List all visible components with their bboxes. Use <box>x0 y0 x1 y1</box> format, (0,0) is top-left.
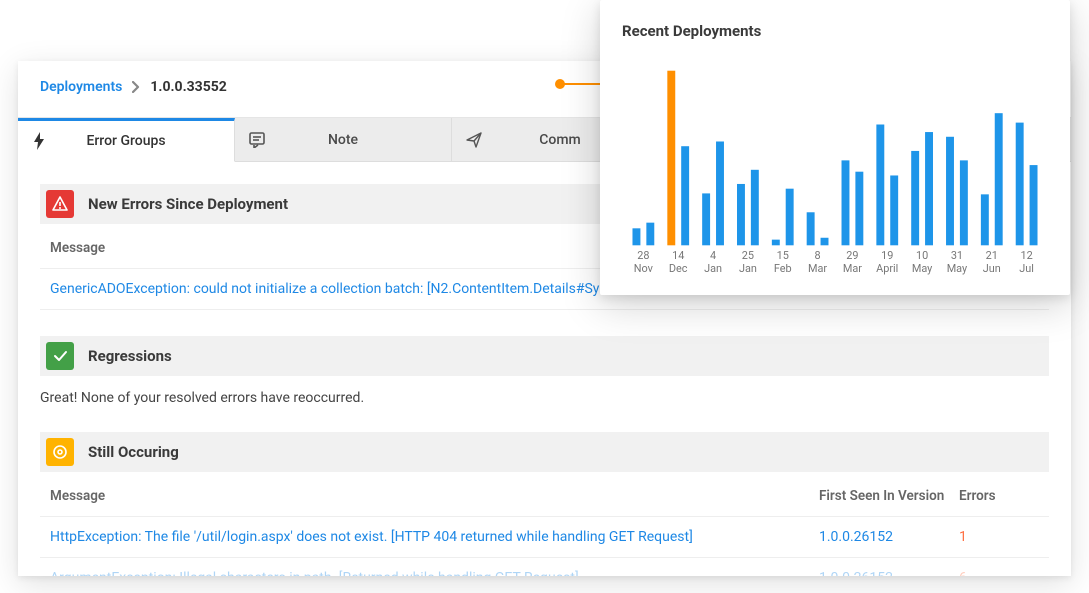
svg-text:Nov: Nov <box>634 262 654 275</box>
tab-label: Comm <box>539 132 580 148</box>
breadcrumb-current: 1.0.0.33552 <box>150 79 226 95</box>
svg-text:29: 29 <box>846 249 858 262</box>
svg-text:10: 10 <box>916 249 928 262</box>
svg-text:Feb: Feb <box>774 262 792 275</box>
connector-line <box>560 83 600 85</box>
section-regressions-head: Regressions <box>40 336 1049 376</box>
svg-text:May: May <box>947 262 968 275</box>
chevron-right-icon <box>132 81 140 93</box>
svg-text:Jan: Jan <box>704 262 722 275</box>
svg-text:May: May <box>912 262 933 275</box>
error-message-link[interactable]: HttpException: The file '/util/login.asp… <box>50 529 819 545</box>
svg-text:31: 31 <box>951 249 963 262</box>
col-message: Message <box>50 488 819 504</box>
still-occuring-header-row: Message First Seen In Version Errors <box>40 472 1049 517</box>
error-message-link[interactable]: ArgumentException: Illegal characters in… <box>50 570 819 576</box>
svg-text:25: 25 <box>742 249 754 262</box>
svg-text:April: April <box>876 262 898 275</box>
send-icon <box>466 132 482 148</box>
section-title: Regressions <box>88 347 172 365</box>
error-count-link[interactable]: 6 <box>959 570 1039 576</box>
svg-text:Dec: Dec <box>669 262 688 275</box>
svg-text:21: 21 <box>986 249 998 262</box>
svg-text:Mar: Mar <box>808 262 827 275</box>
svg-text:4: 4 <box>710 249 716 262</box>
connector-dot-icon <box>555 79 565 89</box>
target-icon <box>46 438 74 466</box>
regressions-body: Great! None of your resolved errors have… <box>40 376 1049 426</box>
section-title: New Errors Since Deployment <box>88 195 288 213</box>
col-version: First Seen In Version <box>819 488 959 504</box>
svg-text:28: 28 <box>637 249 649 262</box>
popup-title: Recent Deployments <box>622 22 1048 40</box>
col-errors: Errors <box>959 488 1039 504</box>
error-count-link[interactable]: 1 <box>959 529 1039 545</box>
bolt-icon <box>32 132 46 150</box>
svg-text:12: 12 <box>1021 249 1033 262</box>
alert-icon <box>46 190 74 218</box>
svg-text:15: 15 <box>777 249 789 262</box>
table-row[interactable]: HttpException: The file '/util/login.asp… <box>40 517 1049 558</box>
breadcrumb-root-link[interactable]: Deployments <box>40 79 122 95</box>
svg-text:Jan: Jan <box>739 262 757 275</box>
section-title: Still Occuring <box>88 443 179 461</box>
table-row[interactable]: ArgumentException: Illegal characters in… <box>40 558 1049 576</box>
tab-label: Error Groups <box>86 133 165 149</box>
tab-error-groups[interactable]: Error Groups <box>18 118 235 162</box>
tab-note[interactable]: Note <box>235 118 452 162</box>
tab-label: Note <box>328 132 358 148</box>
svg-text:14: 14 <box>672 249 684 262</box>
check-icon <box>46 342 74 370</box>
note-icon <box>249 132 265 148</box>
svg-text:8: 8 <box>815 249 821 262</box>
deployments-bar-chart: 28Nov14Dec4Jan25Jan15Feb8Mar29Mar19April… <box>622 54 1048 289</box>
version-link[interactable]: 1.0.0.26152 <box>819 529 959 545</box>
recent-deployments-popup: Recent Deployments 28Nov14Dec4Jan25Jan15… <box>600 0 1070 295</box>
svg-text:Jun: Jun <box>983 262 1001 275</box>
section-still-occuring-head: Still Occuring <box>40 432 1049 472</box>
version-link[interactable]: 1.0.0.26152 <box>819 570 959 576</box>
svg-text:Mar: Mar <box>843 262 862 275</box>
svg-text:Jul: Jul <box>1019 262 1034 275</box>
svg-text:19: 19 <box>881 249 893 262</box>
